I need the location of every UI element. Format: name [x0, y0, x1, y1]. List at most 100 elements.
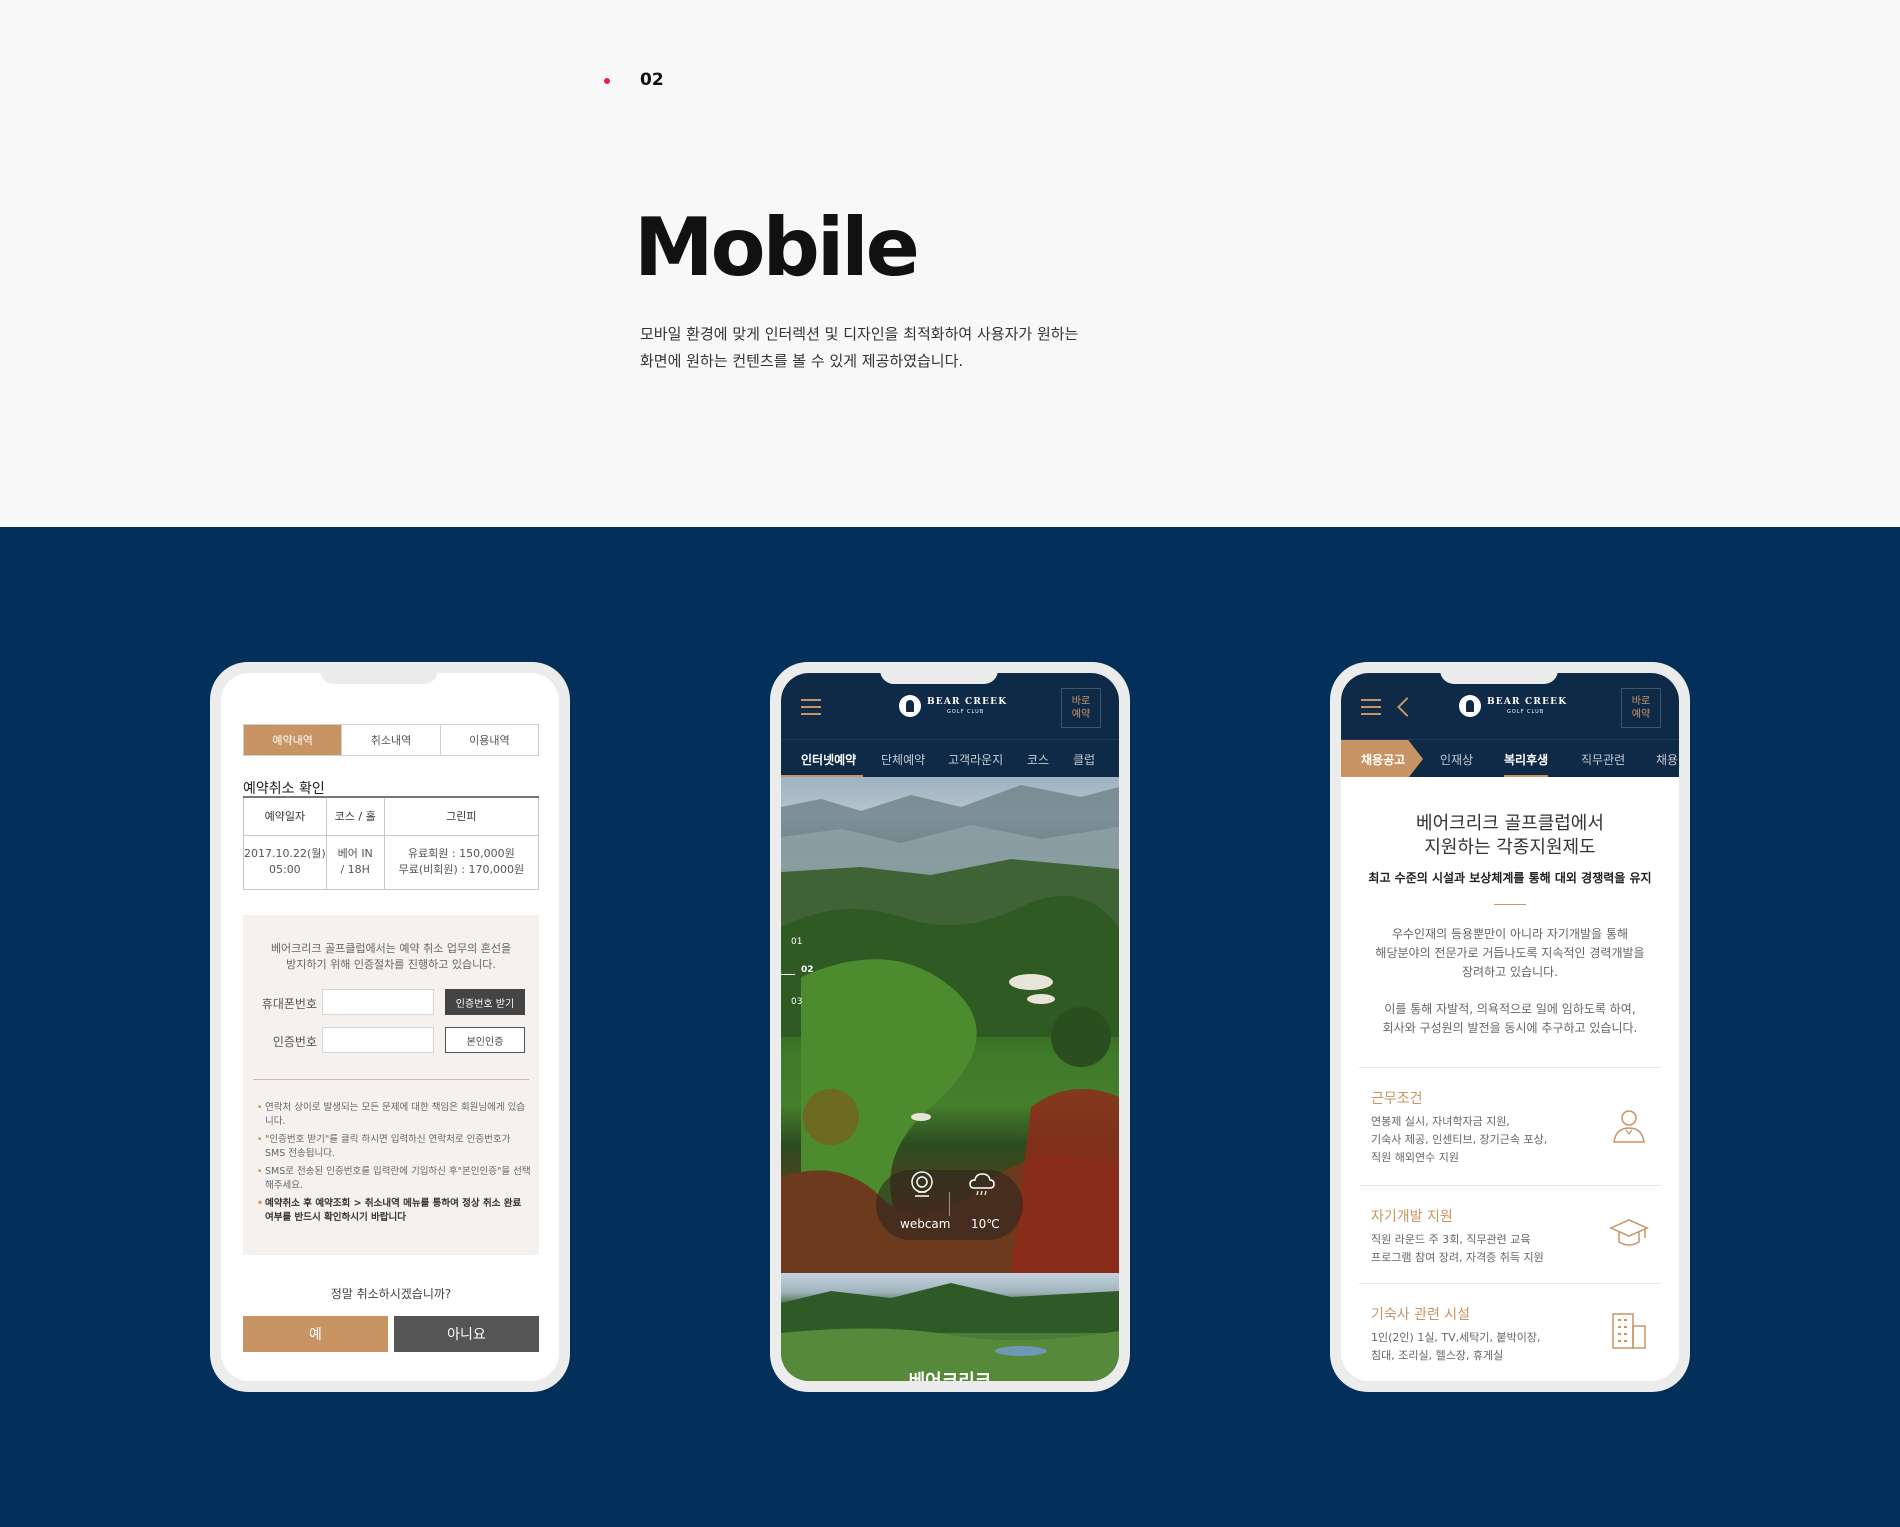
nav-recruit[interactable]: 채용 [1656, 751, 1678, 768]
nav-group-reservation[interactable]: 단체예약 [881, 751, 925, 768]
bear-emblem-icon [899, 695, 921, 717]
get-code-button[interactable]: 인증번호 받기 [445, 989, 525, 1015]
benefit-item: 근무조건 연봉제 실시, 자녀학자금 지원, 기숙사 제공, 인센티브, 장기근… [1359, 1067, 1661, 1185]
benefit-line: 직원 해외연수 지원 [1371, 1151, 1459, 1164]
bear-creek-logo[interactable]: BEAR CREEK GOLF CLUB [899, 695, 1009, 717]
webcam-icon[interactable] [908, 1170, 936, 1198]
notice-item: "인증번호 받기"를 클릭 하시면 입력하신 연락처로 인증번호가 SMS 전송… [257, 1133, 533, 1161]
time-value: 05:00 [268, 863, 301, 876]
phone-mockup-home: BEAR CREEK GOLF CLUB 바로 예약 인터넷예약 단체예약 고객… [770, 662, 1130, 1392]
nav-club[interactable]: 클럽 [1073, 751, 1095, 768]
section-description-line: 모바일 환경에 맞게 인터렉션 및 디자인을 최적화하여 사용자가 원하는 [640, 325, 1079, 343]
logo-text: BEAR CREEK [927, 697, 1008, 707]
confirm-question: 정말 취소하시겠습니까? [330, 1287, 452, 1301]
phone-number-row: 휴대폰번호 인증번호 받기 [243, 989, 539, 1015]
golf-course-photo-2: 베어크리크 [781, 1273, 1119, 1381]
quick-reserve-label: 예약 [1631, 709, 1651, 720]
section-title: Mobile [634, 201, 920, 294]
reservation-table: 예약일자 코스 / 홀 그린피 2017.10.22(월) 05:00 베어 IN… [243, 796, 540, 890]
verification-box: 베어크리크 골프클럽에서는 예약 취소 업무의 혼선을 방지하기 위해 인증절차… [243, 915, 539, 1255]
pager-item[interactable]: 03 [791, 997, 802, 1007]
welfare-subtitle: 최고 수준의 시설과 보상체계를 통해 대외 경쟁력을 유지 [1368, 871, 1652, 885]
benefit-line: 연봉제 실시, 자녀학자금 지원, [1371, 1115, 1510, 1128]
table-cell-date: 2017.10.22(월) 05:00 [243, 834, 327, 890]
welfare-paragraph: 우수인재의 등용뿐만이 아니라 자기개발을 통해 해당분야의 전문가로 거듭나도… [1341, 925, 1679, 982]
course-value: 베어 IN [337, 847, 373, 860]
verify-button[interactable]: 본인인증 [445, 1027, 525, 1053]
member-fee: 유료회원 : 150,000원 [407, 847, 515, 860]
divider [253, 1079, 529, 1080]
phone-screen: 예약내역 취소내역 이용내역 예약취소 확인 예약일자 코스 / 홀 그린피 2… [221, 673, 559, 1381]
nav-welfare[interactable]: 복리후생 [1504, 751, 1549, 777]
welfare-title: 베어크리크 골프클럽에서 지원하는 각종지원제도 [1341, 812, 1679, 860]
section-description: 모바일 환경에 맞게 인터렉션 및 디자인을 최적화하여 사용자가 원하는 화면… [640, 321, 1078, 375]
verification-intro: 베어크리크 골프클럽에서는 예약 취소 업무의 혼선을 방지하기 위해 인증절차… [243, 941, 539, 973]
phone-number-input[interactable] [322, 989, 434, 1015]
hole-value: / 18H [340, 863, 370, 876]
phone-mockup-welfare: BEAR CREEK GOLF CLUB 바로 예약 채용공고 인재상 복리후생… [1330, 662, 1690, 1392]
bear-creek-logo[interactable]: BEAR CREEK GOLF CLUB [1459, 695, 1569, 717]
benefit-item: 자기개발 지원 직원 라운드 주 3회, 직무관련 교육 프로그램 참여 장려,… [1359, 1185, 1661, 1283]
tab-reservation-history[interactable]: 예약내역 [244, 725, 342, 755]
benefit-title: 근무조건 [1371, 1091, 1423, 1107]
nav-job-related[interactable]: 직무관련 [1581, 751, 1625, 768]
quick-reserve-button[interactable]: 바로 예약 [1621, 688, 1661, 728]
section-description-line: 화면에 원하는 컨텐츠를 볼 수 있게 제공하였습니다. [640, 352, 964, 370]
nav-talent[interactable]: 인재상 [1440, 751, 1473, 768]
paragraph-line: 회사와 구성원의 발전을 동시에 추구하고 있습니다. [1382, 1021, 1638, 1035]
benefit-item: 기숙사 관련 시설 1인(2인) 1실, TV,세탁기, 붙박이장, 침대, 조… [1359, 1283, 1661, 1381]
phone-number-label: 휴대폰번호 [261, 997, 317, 1011]
yes-button[interactable]: 예 [243, 1316, 388, 1352]
quick-reserve-button[interactable]: 바로 예약 [1061, 688, 1101, 728]
accent-line [1494, 904, 1526, 905]
section-number: 02 [640, 70, 664, 90]
tab-usage-history[interactable]: 이용내역 [439, 725, 538, 755]
weather-widget: webcam 10℃ [876, 1170, 1023, 1240]
logo-text: BEAR CREEK [1487, 697, 1568, 707]
menu-icon[interactable] [1361, 699, 1381, 715]
benefit-text: 연봉제 실시, 자녀학자금 지원, 기숙사 제공, 인센티브, 장기근속 포상,… [1371, 1113, 1547, 1167]
pager-item-active[interactable]: 02 [801, 965, 814, 975]
back-arrow-icon[interactable] [1397, 697, 1409, 717]
nav-internet-reservation[interactable]: 인터넷예약 [801, 751, 856, 768]
tab-cancel-history[interactable]: 취소내역 [341, 725, 439, 755]
benefit-title: 자기개발 지원 [1371, 1209, 1453, 1225]
nav-job-posting[interactable]: 채용공고 [1361, 751, 1405, 768]
table-row: 2017.10.22(월) 05:00 베어 IN / 18H 유료회원 : 150… [243, 834, 540, 890]
nav-customer-lounge[interactable]: 고객라운지 [948, 751, 1003, 768]
benefit-title: 기숙사 관련 시설 [1371, 1307, 1471, 1323]
date-value: 2017.10.22(월) [244, 847, 326, 860]
cloud-rain-icon [969, 1173, 995, 1196]
menu-icon[interactable] [801, 699, 821, 715]
page-heading: 예약취소 확인 [243, 781, 325, 797]
table-header: 코스 / 홀 [325, 796, 385, 836]
quick-reserve-label: 예약 [1071, 709, 1091, 720]
welfare-paragraph: 이를 통해 자발적, 의욕적으로 일에 임하도록 하여, 회사와 구성원의 발전… [1341, 1000, 1679, 1038]
benefit-line: 침대, 조리실, 헬스장, 휴게실 [1371, 1349, 1504, 1362]
nav-course[interactable]: 코스 [1027, 751, 1049, 768]
logo-subtext: GOLF CLUB [1507, 709, 1545, 715]
benefit-line: 프로그램 참여 장려, 자격증 취득 지원 [1371, 1251, 1544, 1264]
graduation-cap-icon [1609, 1219, 1649, 1246]
benefit-line: 직원 라운드 주 3회, 직무관련 교육 [1371, 1233, 1531, 1246]
section-dot [604, 78, 610, 84]
notice-item: 예약취소 후 예약조회 > 취소내역 메뉴를 통하여 정상 취소 완료 여부를 … [257, 1197, 533, 1225]
welfare-content: 베어크리크 골프클럽에서 지원하는 각종지원제도 최고 수준의 시설과 보상체계… [1341, 777, 1679, 1381]
person-icon [1613, 1110, 1645, 1143]
main-nav: 인터넷예약 단체예약 고객라운지 코스 클럽 [781, 739, 1119, 777]
benefit-line: 1인(2인) 1실, TV,세탁기, 붙박이장, [1371, 1331, 1541, 1344]
welfare-title-line: 지원하는 각종지원제도 [1424, 837, 1596, 858]
phone-notch [320, 662, 438, 684]
intro-section: 02 Mobile 모바일 환경에 맞게 인터렉션 및 디자인을 최적화하여 사… [0, 0, 1900, 527]
paragraph-line: 이를 통해 자발적, 의욕적으로 일에 임하도록 하여, [1384, 1002, 1636, 1016]
quick-reserve-label: 바로 [1631, 696, 1651, 707]
nonmember-fee: 무료(비회원) : 170,000원 [398, 863, 525, 876]
phone-notch [880, 662, 998, 684]
no-button[interactable]: 아니요 [394, 1316, 539, 1352]
table-header: 그린피 [383, 796, 540, 836]
benefit-text: 1인(2인) 1실, TV,세탁기, 붙박이장, 침대, 조리실, 헬스장, 휴… [1371, 1329, 1541, 1365]
table-cell-fee: 유료회원 : 150,000원무료(비회원) : 170,000원 [383, 834, 540, 890]
pager-item[interactable]: 01 [791, 937, 802, 947]
paragraph-line: 해당분야의 전문가로 거듭나도록 지속적인 경력개발을 [1375, 946, 1645, 960]
code-input[interactable] [322, 1027, 434, 1053]
